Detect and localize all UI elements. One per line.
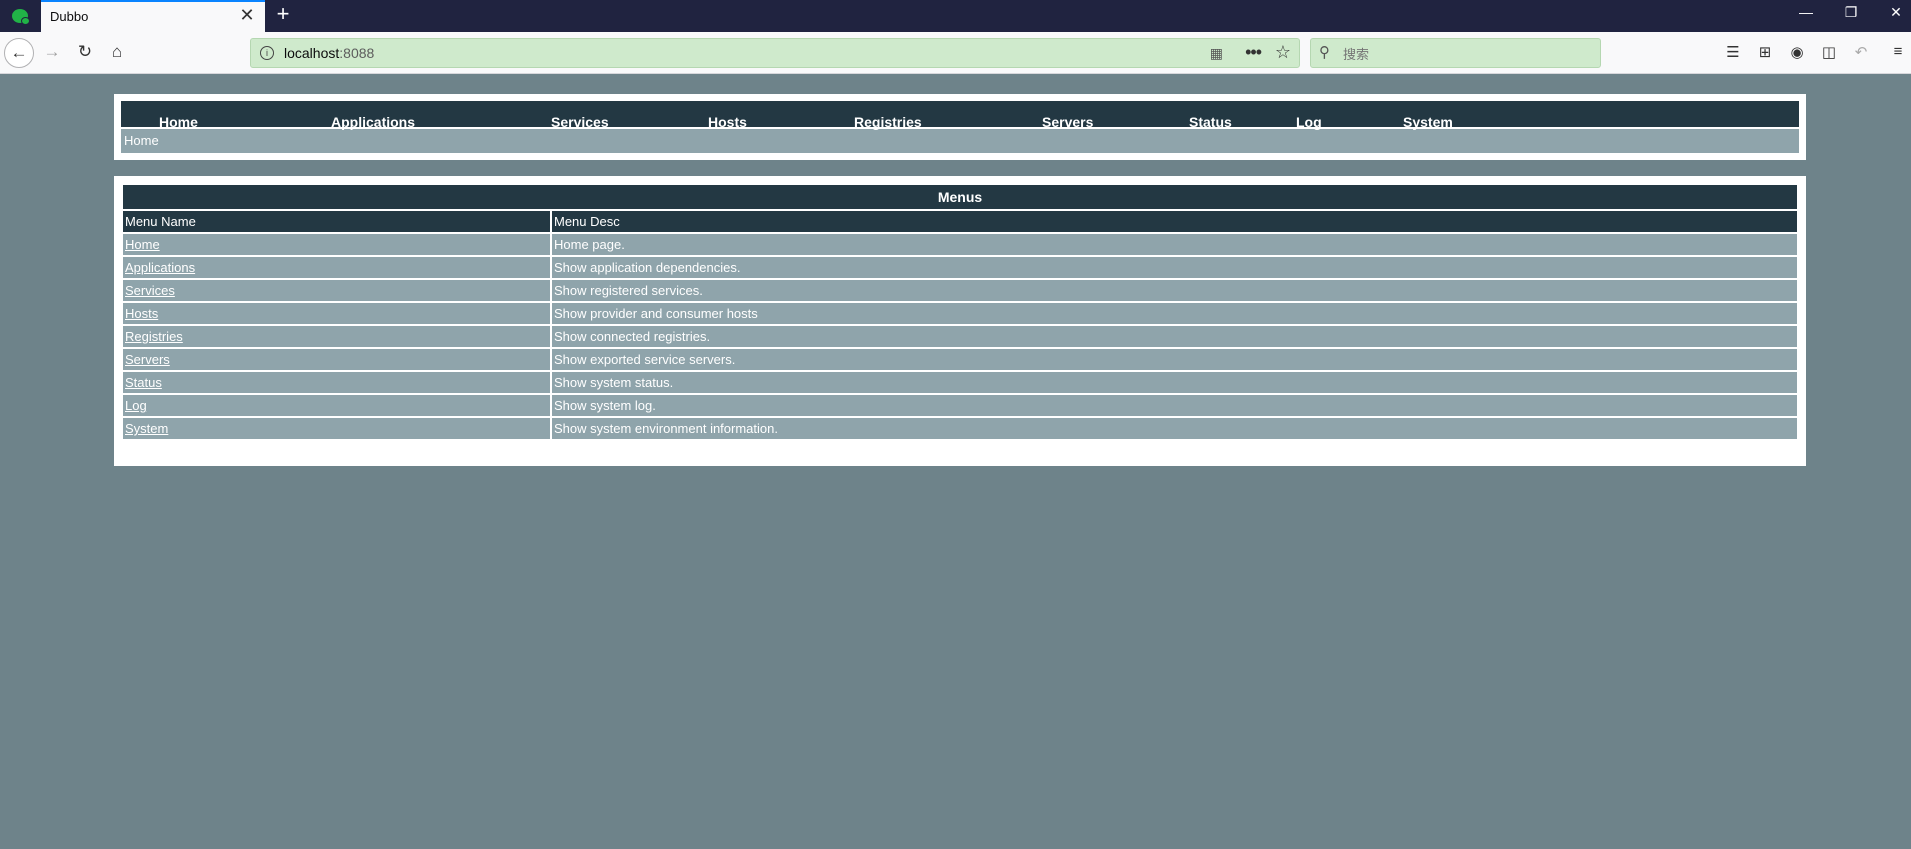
- table-row: Services Show registered services.: [121, 278, 1799, 303]
- bookmark-star-icon[interactable]: ☆: [1275, 42, 1291, 63]
- search-icon: ⚲: [1319, 44, 1330, 61]
- menu-link-system[interactable]: System: [125, 421, 168, 436]
- table-row: Home Home page.: [121, 232, 1799, 257]
- reload-icon[interactable]: ↻: [70, 37, 100, 67]
- sidebar-icon[interactable]: ◫: [1818, 43, 1840, 63]
- menu-link-applications[interactable]: Applications: [125, 260, 195, 275]
- wechat-icon: [12, 9, 30, 25]
- nav-services[interactable]: Services: [551, 114, 609, 130]
- undo-icon[interactable]: ↶: [1850, 43, 1872, 63]
- chat-icon[interactable]: ◉: [1786, 43, 1808, 63]
- table-row: Registries Show connected registries.: [121, 324, 1799, 349]
- column-header-desc: Menu Desc: [550, 209, 1799, 234]
- new-tab-button[interactable]: +: [272, 1, 294, 27]
- menu-desc: Home page.: [550, 232, 1799, 257]
- url-host: localhost: [284, 45, 340, 61]
- menu-desc: Show system status.: [550, 370, 1799, 395]
- restore-icon[interactable]: ❐: [1836, 4, 1866, 21]
- url-port: :8088: [339, 45, 375, 61]
- nav-home[interactable]: Home: [159, 114, 198, 130]
- minimize-icon[interactable]: —: [1791, 4, 1821, 20]
- table-row: Applications Show application dependenci…: [121, 255, 1799, 280]
- menu-desc: Show application dependencies.: [550, 255, 1799, 280]
- main-nav: Home Applications Services Hosts Registr…: [121, 101, 1799, 130]
- nav-status[interactable]: Status: [1189, 114, 1232, 130]
- menu-link-registries[interactable]: Registries: [125, 329, 183, 344]
- menu-desc: Show system environment information.: [550, 416, 1799, 441]
- home-icon[interactable]: ⌂: [102, 37, 132, 67]
- menu-link-status[interactable]: Status: [125, 375, 162, 390]
- menu-link-services[interactable]: Services: [125, 283, 175, 298]
- menus-panel: Menus Menu Name Menu Desc Home Home page…: [114, 176, 1806, 466]
- nav-applications[interactable]: Applications: [331, 114, 415, 130]
- column-header-name: Menu Name: [121, 209, 552, 234]
- screenshot-crop-icon[interactable]: ⊞: [1754, 43, 1776, 63]
- library-icon[interactable]: ☰: [1722, 43, 1744, 63]
- table-caption: Menus: [121, 183, 1799, 211]
- tab-title: Dubbo: [50, 9, 89, 24]
- menu-link-servers[interactable]: Servers: [125, 352, 170, 367]
- nav-system[interactable]: System: [1403, 114, 1453, 130]
- menu-link-home[interactable]: Home: [125, 237, 160, 252]
- nav-hosts[interactable]: Hosts: [708, 114, 747, 130]
- forward-icon[interactable]: →: [37, 37, 67, 67]
- url-text[interactable]: localhost:8088: [284, 45, 374, 61]
- table-row: Hosts Show provider and consumer hosts: [121, 301, 1799, 326]
- menu-desc: Show system log.: [550, 393, 1799, 418]
- nav-registries[interactable]: Registries: [854, 114, 922, 130]
- tab-close-icon[interactable]: ✕: [237, 5, 257, 26]
- header-panel: Home Applications Services Hosts Registr…: [114, 94, 1806, 160]
- menu-desc: Show exported service servers.: [550, 347, 1799, 372]
- menu-hamburger-icon[interactable]: ≡: [1887, 43, 1909, 63]
- menu-desc: Show provider and consumer hosts: [550, 301, 1799, 326]
- breadcrumb: Home: [121, 129, 1799, 153]
- browser-tab[interactable]: Dubbo ✕: [41, 0, 265, 32]
- search-input[interactable]: [1341, 43, 1595, 65]
- menu-link-log[interactable]: Log: [125, 398, 147, 413]
- info-icon[interactable]: i: [260, 46, 274, 60]
- menu-link-hosts[interactable]: Hosts: [125, 306, 158, 321]
- menus-table: Menus Menu Name Menu Desc Home Home page…: [121, 183, 1799, 441]
- close-window-icon[interactable]: ✕: [1881, 4, 1911, 21]
- table-header-row: Menu Name Menu Desc: [121, 209, 1799, 234]
- qr-code-icon[interactable]: ▦: [1210, 45, 1223, 62]
- table-row: Servers Show exported service servers.: [121, 347, 1799, 372]
- url-bar[interactable]: i localhost:8088 ▦ ••• ☆: [250, 38, 1300, 68]
- browser-titlebar: Dubbo ✕ + — ❐ ✕: [0, 0, 1911, 32]
- table-row: Status Show system status.: [121, 370, 1799, 395]
- more-options-icon[interactable]: •••: [1245, 42, 1262, 63]
- menu-desc: Show connected registries.: [550, 324, 1799, 349]
- browser-toolbar: ← → ↻ ⌂ i localhost:8088 ▦ ••• ☆ ⚲ ☰ ⊞ ◉…: [0, 32, 1911, 74]
- table-row: System Show system environment informati…: [121, 416, 1799, 441]
- nav-log[interactable]: Log: [1296, 114, 1322, 130]
- search-bar[interactable]: ⚲: [1310, 38, 1601, 68]
- table-row: Log Show system log.: [121, 393, 1799, 418]
- menu-desc: Show registered services.: [550, 278, 1799, 303]
- nav-servers[interactable]: Servers: [1042, 114, 1093, 130]
- back-icon[interactable]: ←: [4, 38, 34, 68]
